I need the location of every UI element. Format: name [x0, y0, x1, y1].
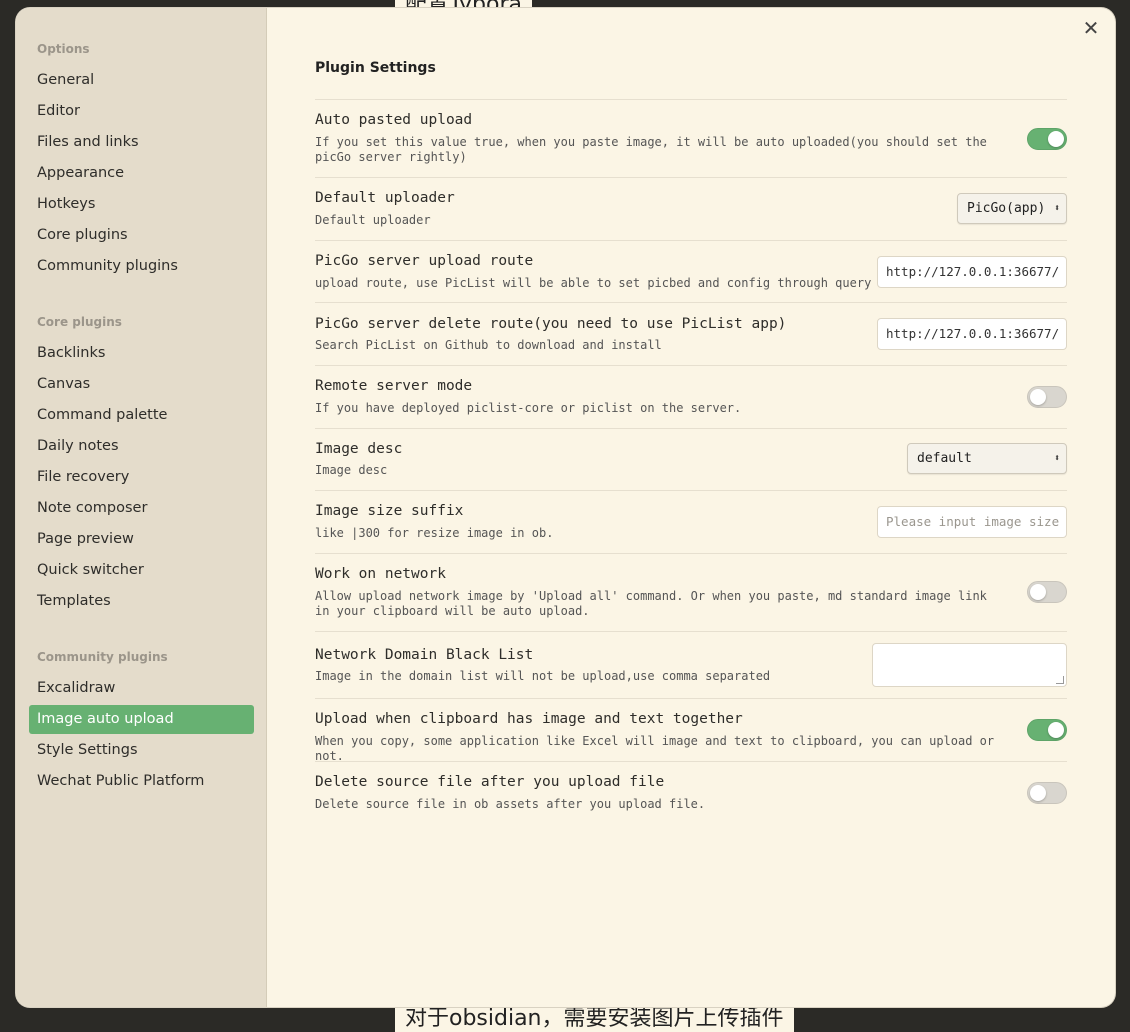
setting-name-domain-black-list: Network Domain Black List — [315, 647, 534, 663]
toggle-knob — [1048, 131, 1064, 147]
setting-name-image-size-suffix: Image size suffix — [315, 503, 464, 519]
group-title-community-plugins: Community plugins — [37, 650, 168, 664]
work-on-network-toggle[interactable] — [1027, 581, 1067, 603]
close-icon[interactable]: ✕ — [1081, 18, 1101, 38]
nav-command-palette[interactable]: Command palette — [29, 401, 254, 430]
nav-image-auto-upload[interactable]: Image auto upload — [29, 705, 254, 734]
setting-desc-auto-pasted-upload: If you set this value true, when you pas… — [315, 135, 987, 164]
nav-community-plugins[interactable]: Community plugins — [29, 252, 254, 281]
setting-desc-image-desc: Image desc — [315, 463, 388, 477]
setting-desc-default-uploader: Default uploader — [315, 213, 431, 227]
setting-divider — [315, 99, 1067, 100]
group-title-options: Options — [37, 42, 90, 56]
setting-desc-work-on-network: Allow upload network image by 'Upload al… — [315, 589, 987, 618]
resize-handle[interactable] — [1056, 676, 1064, 684]
nav-general[interactable]: General — [29, 66, 254, 95]
upload-route-input[interactable]: http://127.0.0.1:36677/ — [877, 256, 1067, 288]
nav-canvas[interactable]: Canvas — [29, 370, 254, 399]
nav-files-and-links[interactable]: Files and links — [29, 128, 254, 157]
auto-pasted-upload-toggle[interactable] — [1027, 128, 1067, 150]
chevron-up-down-icon: ⬍ — [1053, 203, 1060, 214]
nav-core-plugins[interactable]: Core plugins — [29, 221, 254, 250]
setting-name-remote-server-mode: Remote server mode — [315, 378, 473, 394]
settings-sidebar: Options General Editor Files and links A… — [16, 8, 267, 1007]
chevron-up-down-icon: ⬍ — [1053, 453, 1060, 464]
toggle-knob — [1048, 722, 1064, 738]
nav-note-composer[interactable]: Note composer — [29, 494, 254, 523]
setting-divider — [315, 698, 1067, 699]
image-desc-select[interactable]: default ⬍ — [907, 443, 1067, 474]
setting-name-clipboard-image-text: Upload when clipboard has image and text… — [315, 711, 743, 727]
default-uploader-select[interactable]: PicGo(app) ⬍ — [957, 193, 1067, 224]
setting-divider — [315, 553, 1067, 554]
nav-hotkeys[interactable]: Hotkeys — [29, 190, 254, 219]
setting-divider — [315, 240, 1067, 241]
remote-server-mode-toggle[interactable] — [1027, 386, 1067, 408]
nav-style-settings[interactable]: Style Settings — [29, 736, 254, 765]
nav-page-preview[interactable]: Page preview — [29, 525, 254, 554]
setting-desc-delete-source-file: Delete source file in ob assets after yo… — [315, 797, 706, 811]
toggle-knob — [1030, 389, 1046, 405]
setting-name-image-desc: Image desc — [315, 441, 403, 457]
setting-name-upload-route: PicGo server upload route — [315, 253, 534, 269]
setting-desc-clipboard-image-text: When you copy, some application like Exc… — [315, 734, 995, 763]
setting-divider — [315, 428, 1067, 429]
delete-source-file-toggle[interactable] — [1027, 782, 1067, 804]
image-size-suffix-input[interactable]: Please input image size suffix — [877, 506, 1067, 538]
setting-name-auto-pasted-upload: Auto pasted upload — [315, 112, 473, 128]
group-title-core-plugins: Core plugins — [37, 315, 122, 329]
nav-templates[interactable]: Templates — [29, 587, 254, 616]
image-desc-value: default — [917, 451, 972, 466]
setting-divider — [315, 490, 1067, 491]
setting-name-work-on-network: Work on network — [315, 566, 446, 582]
nav-file-recovery[interactable]: File recovery — [29, 463, 254, 492]
setting-divider — [315, 365, 1067, 366]
setting-divider — [315, 631, 1067, 632]
setting-name-delete-route: PicGo server delete route(you need to us… — [315, 316, 787, 332]
nav-daily-notes[interactable]: Daily notes — [29, 432, 254, 461]
setting-name-default-uploader: Default uploader — [315, 190, 455, 206]
setting-divider — [315, 177, 1067, 178]
clipboard-image-text-toggle[interactable] — [1027, 719, 1067, 741]
nav-excalidraw[interactable]: Excalidraw — [29, 674, 254, 703]
nav-appearance[interactable]: Appearance — [29, 159, 254, 188]
nav-quick-switcher[interactable]: Quick switcher — [29, 556, 254, 585]
domain-black-list-textarea[interactable] — [872, 643, 1067, 687]
setting-divider — [315, 761, 1067, 762]
toggle-knob — [1030, 785, 1046, 801]
nav-editor[interactable]: Editor — [29, 97, 254, 126]
settings-modal: Options General Editor Files and links A… — [16, 8, 1115, 1007]
nav-wechat-public-platform[interactable]: Wechat Public Platform — [29, 767, 254, 796]
nav-backlinks[interactable]: Backlinks — [29, 339, 254, 368]
default-uploader-value: PicGo(app) — [967, 201, 1046, 216]
setting-desc-remote-server-mode: If you have deployed piclist-core or pic… — [315, 401, 742, 415]
toggle-knob — [1030, 584, 1046, 600]
page-title: Plugin Settings — [315, 60, 436, 76]
setting-name-delete-source-file: Delete source file after you upload file — [315, 774, 665, 790]
setting-divider — [315, 302, 1067, 303]
delete-route-input[interactable]: http://127.0.0.1:36677/ — [877, 318, 1067, 350]
